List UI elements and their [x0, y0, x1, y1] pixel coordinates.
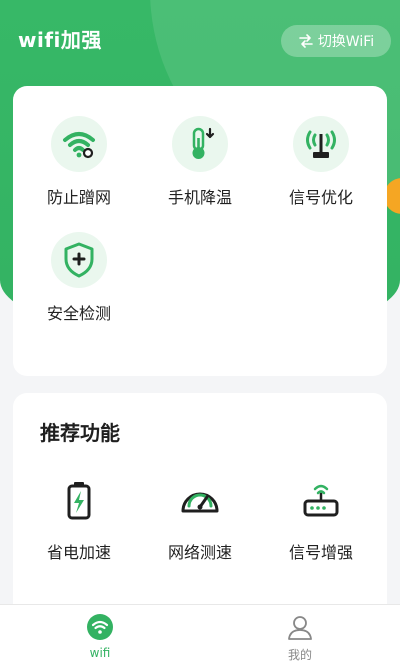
- wifi-icon: [87, 614, 113, 640]
- thermometer-icon: [192, 127, 215, 159]
- tools-card: 防止蹭网 手机降温 信号优化 安全检测: [13, 86, 387, 376]
- recommend-title: 推荐功能: [40, 421, 120, 445]
- tool-icon-bg: [51, 116, 107, 172]
- tab-label: wifi: [89, 646, 111, 660]
- user-icon: [288, 616, 312, 640]
- tool-icon-bg: [293, 116, 349, 172]
- signal-tower-icon: [306, 130, 336, 158]
- shield-plus-icon: [64, 242, 94, 278]
- swap-icon: [299, 34, 313, 48]
- tool-icon-bg: [172, 116, 228, 172]
- tab-label: 我的: [287, 648, 312, 662]
- switch-wifi-label: 切换WiFi: [317, 34, 375, 50]
- recommend-label: 网络测速: [167, 543, 232, 562]
- recommend-label: 信号增强: [288, 543, 353, 562]
- tool-signal-optimize[interactable]: 信号优化: [261, 116, 381, 208]
- tool-phone-cooling[interactable]: 手机降温: [140, 116, 260, 208]
- battery-bolt-icon: [67, 482, 91, 520]
- wifi-lock-icon: [63, 132, 95, 159]
- recommend-label: 省电加速: [46, 543, 111, 562]
- tool-label: 安全检测: [46, 304, 111, 323]
- tool-label: 信号优化: [288, 188, 353, 207]
- app-title: wifi加强: [18, 28, 102, 52]
- switch-wifi-button[interactable]: 切换WiFi: [281, 25, 391, 57]
- tab-mine[interactable]: 我的: [200, 605, 400, 666]
- tool-label: 手机降温: [167, 188, 232, 207]
- recommend-speed-test[interactable]: 网络测速: [140, 479, 260, 563]
- recommend-power-saving[interactable]: 省电加速: [19, 479, 139, 563]
- tool-label: 防止蹭网: [46, 188, 111, 207]
- speedometer-icon: [181, 492, 219, 513]
- tool-security-check[interactable]: 安全检测: [19, 232, 139, 324]
- tool-anti-leech[interactable]: 防止蹭网: [19, 116, 139, 208]
- recommend-signal-boost[interactable]: 信号增强: [261, 479, 381, 563]
- recommend-card: 推荐功能 省电加速 网络测速 信号增强: [13, 393, 387, 633]
- router-icon: [303, 484, 339, 517]
- tab-wifi[interactable]: wifi: [0, 605, 200, 666]
- bottom-tab-bar: wifi 我的: [0, 604, 400, 666]
- tool-icon-bg: [51, 232, 107, 288]
